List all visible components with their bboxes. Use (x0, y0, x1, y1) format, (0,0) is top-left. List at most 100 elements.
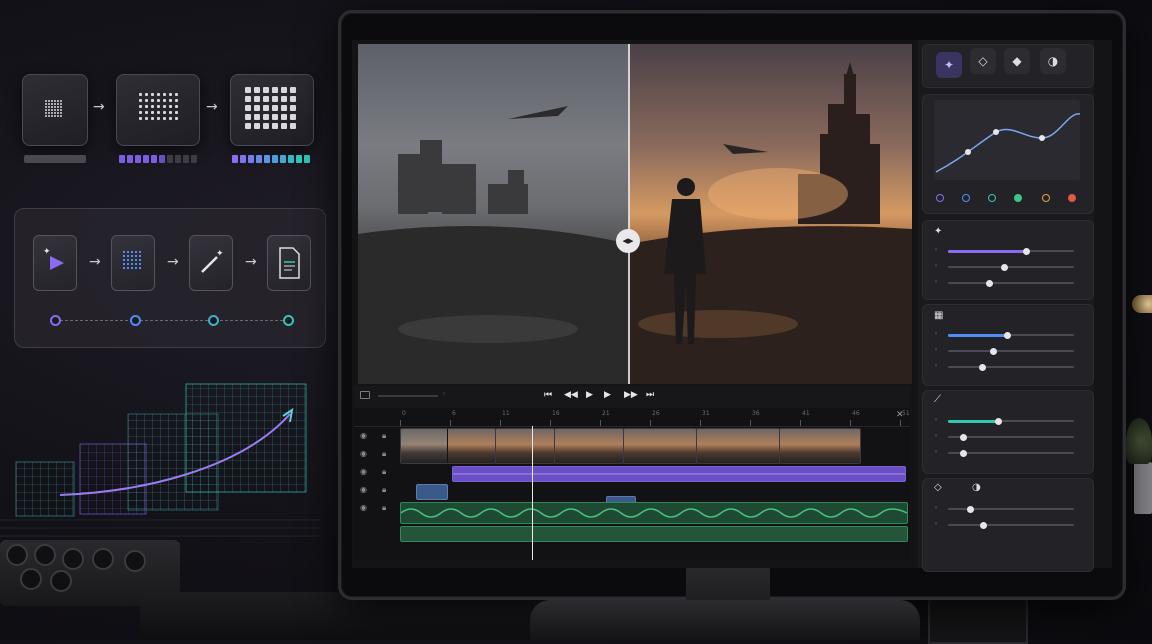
drop-fill-icon[interactable]: ◆ (1004, 48, 1030, 74)
audio-clip[interactable] (416, 484, 448, 500)
eye-icon[interactable]: ◉ (360, 467, 367, 476)
pipeline-step-enhance[interactable]: ✦ (189, 235, 233, 291)
compare-viewer[interactable]: ◂▸ (358, 44, 912, 384)
channel-node[interactable] (936, 194, 944, 202)
drop-outline-icon[interactable]: ◇ (970, 48, 996, 74)
channel-node[interactable] (1068, 194, 1076, 202)
stage-progress-low (24, 155, 86, 163)
color-slider-knob[interactable] (967, 505, 975, 513)
restore-slider-track[interactable] (948, 436, 1074, 438)
restore-slider-track[interactable] (948, 452, 1074, 454)
video-clip[interactable] (696, 428, 780, 464)
compare-divider[interactable] (628, 44, 630, 384)
slider-icon: ◦ (934, 432, 939, 440)
restore-slider-knob[interactable] (994, 417, 1002, 425)
lock-icon[interactable]: 🔒︎ (382, 449, 386, 459)
step-forward-double-icon[interactable]: ▶▶ (624, 390, 638, 400)
detail-slider-track[interactable] (948, 350, 1074, 352)
timeline[interactable]: 0 6 11 16 21 26 31 36 41 46 51 ✕ ◉ 🔒︎ ◉ 🔒︎ ◉ 🔒︎ ◉ … (354, 408, 910, 560)
enhance-slider-knob[interactable] (1022, 247, 1030, 255)
color-slider-knob[interactable] (979, 521, 987, 529)
pipeline-step-export[interactable] (267, 235, 311, 291)
lock-icon[interactable]: 🔒︎ (382, 485, 386, 495)
eye-icon[interactable]: ◉ (360, 485, 367, 494)
video-clip[interactable] (779, 428, 861, 464)
detail-slider-knob[interactable] (1003, 331, 1011, 339)
slider-icon: ◦ (934, 278, 939, 286)
ruler-tick (500, 420, 501, 426)
ruler-tick (900, 420, 901, 426)
detail-slider-knob[interactable] (978, 363, 986, 371)
aspect-icon[interactable] (360, 391, 370, 399)
pipeline-node (130, 315, 141, 326)
skip-start-icon[interactable]: ⏮ (544, 390, 552, 400)
audio-waveform-clip-2[interactable] (400, 526, 908, 542)
slider-icon: ◦ (934, 504, 939, 512)
ruler-label: 0 (402, 410, 406, 417)
eye-icon[interactable]: ◉ (360, 449, 367, 458)
enhance-slider-knob[interactable] (986, 279, 994, 287)
audio-waveform-clip[interactable] (400, 502, 908, 524)
transport-bar: ◦ ⏮ ◀◀ ▶ ▶ ▶▶ ⏭ (354, 386, 910, 408)
video-clip[interactable] (495, 428, 555, 464)
enhance-slider-track[interactable] (948, 266, 1074, 268)
video-clip[interactable] (554, 428, 624, 464)
monitor-base (530, 600, 920, 640)
step-back-icon[interactable]: ◀◀ (564, 390, 578, 400)
ruler-tick (650, 420, 651, 426)
channel-node[interactable] (1014, 194, 1022, 202)
restore-slider-knob[interactable] (959, 449, 967, 457)
sparkle-icon[interactable]: ✦ (936, 52, 962, 78)
pipeline-node (283, 315, 294, 326)
play-icon[interactable]: ▶ (586, 390, 593, 400)
tone-curve[interactable] (932, 98, 1082, 182)
enhance-card (922, 220, 1094, 300)
coffee-mug (928, 596, 1028, 644)
pixel-grid-icon (45, 100, 62, 117)
detail-slider-track[interactable] (948, 366, 1074, 368)
pipeline-step-generate[interactable]: ✦ (33, 235, 77, 291)
sparkle-icon: ✦ (934, 226, 943, 237)
compare-handle[interactable]: ◂▸ (616, 229, 640, 253)
stage-mid-res (116, 74, 200, 146)
lock-icon[interactable]: 🔒︎ (382, 467, 386, 477)
enhance-slider-track[interactable] (948, 282, 1074, 284)
channel-node[interactable] (962, 194, 970, 202)
pixel-grid-icon (245, 87, 296, 129)
channel-node[interactable] (988, 194, 996, 202)
ruler-label: 46 (852, 410, 860, 417)
restore-slider-knob[interactable] (959, 433, 967, 441)
playhead[interactable] (532, 426, 533, 560)
timeline-ruler[interactable]: 0 6 11 16 21 26 31 36 41 46 51 (354, 408, 910, 427)
arrow-right-icon: → (167, 254, 179, 270)
lock-icon[interactable]: 🔒︎ (382, 431, 386, 441)
step-forward-icon[interactable]: ▶ (604, 390, 611, 400)
channel-node[interactable] (1042, 194, 1050, 202)
restore-card (922, 390, 1094, 474)
pipeline-step-upscale[interactable] (111, 235, 155, 291)
svg-text:✦: ✦ (216, 249, 224, 259)
video-clip[interactable] (623, 428, 697, 464)
eye-icon[interactable]: ◉ (360, 431, 367, 440)
detail-slider-knob[interactable] (989, 347, 997, 355)
ruler-tick (450, 420, 451, 426)
overlay-clip[interactable] (452, 466, 906, 482)
slider-icon: ◦ (934, 362, 939, 370)
pipeline-node (208, 315, 219, 326)
eye-icon[interactable]: ◉ (360, 503, 367, 512)
pipeline-connector (55, 320, 288, 321)
video-clip[interactable] (400, 428, 496, 464)
zoom-slider[interactable] (378, 395, 438, 397)
skip-end-icon[interactable]: ⏭ (646, 390, 654, 400)
restore-slider-fill (948, 419, 999, 423)
lock-icon[interactable]: 🔒︎ (382, 503, 386, 513)
slider-icon: ◦ (934, 246, 939, 254)
stage-low-res (22, 74, 88, 146)
zoom-icon[interactable]: ◦ (442, 390, 446, 398)
contrast-icon[interactable]: ◑ (1040, 48, 1066, 74)
close-icon[interactable]: ✕ (896, 410, 904, 420)
ruler-label: 21 (602, 410, 610, 417)
enhance-slider-knob[interactable] (1001, 263, 1009, 271)
color-slider-track[interactable] (948, 524, 1074, 526)
document-icon (279, 247, 300, 279)
